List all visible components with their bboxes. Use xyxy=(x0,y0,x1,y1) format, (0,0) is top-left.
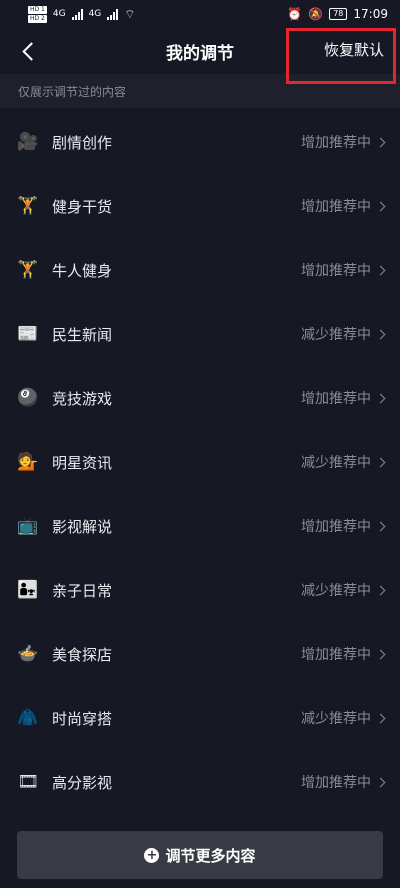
chevron-right-icon xyxy=(375,457,386,467)
chevron-left-icon xyxy=(21,41,41,61)
film-icon: 🎞 xyxy=(17,772,39,792)
chevron-right-icon xyxy=(375,585,386,595)
alarm-icon: ⏰ xyxy=(287,7,303,21)
list-item-label: 健身干货 xyxy=(52,197,113,216)
back-button[interactable] xyxy=(14,37,42,65)
mute-icon: 🔕 xyxy=(308,7,324,21)
list-item-label: 影视解说 xyxy=(52,517,113,536)
sim2-tag: HD 2 xyxy=(28,14,47,23)
list-item-status: 减少推荐中 xyxy=(301,327,371,343)
adjust-more-button[interactable]: + 调节更多内容 xyxy=(17,831,383,879)
camera-icon: 🎥 xyxy=(17,132,39,152)
wifi-icon: ⌔ xyxy=(124,6,136,21)
list-item-label: 美食探店 xyxy=(52,645,113,664)
list-item-status: 增加推荐中 xyxy=(301,135,371,151)
sim-tags: HD 1 HD 2 xyxy=(28,5,47,23)
list-item-status: 增加推荐中 xyxy=(301,263,371,279)
battery-icon: 78 xyxy=(329,8,348,20)
list-item-status: 增加推荐中 xyxy=(301,519,371,535)
list-item-status: 减少推荐中 xyxy=(301,455,371,471)
signal2-icon xyxy=(107,8,119,20)
list-item[interactable]: 🏋 牛人健身 增加推荐中 xyxy=(0,238,400,302)
network1-label: 4G xyxy=(52,9,66,19)
list-item[interactable]: 🧥 时尚穿搭 减少推荐中 xyxy=(0,686,400,750)
person-icon: 💁 xyxy=(17,452,39,472)
chevron-right-icon xyxy=(375,329,386,339)
list-item-status: 增加推荐中 xyxy=(301,647,371,663)
list-item-label: 牛人健身 xyxy=(52,261,113,280)
adjustment-list: 🎥 剧情创作 增加推荐中 🏋 健身干货 增加推荐中 🏋 牛人健身 增加推荐中 📰 民生新闻 减少推荐中… xyxy=(0,108,400,814)
list-item-label: 民生新闻 xyxy=(52,325,113,344)
list-item-status: 减少推荐中 xyxy=(301,583,371,599)
list-item-label: 时尚穿搭 xyxy=(52,709,113,728)
food-bowl-icon: 🍲 xyxy=(17,644,39,664)
list-item[interactable]: 💁 明星资讯 减少推荐中 xyxy=(0,430,400,494)
list-item[interactable]: 📰 民生新闻 减少推荐中 xyxy=(0,302,400,366)
weightlifter-icon: 🏋 xyxy=(17,260,39,280)
highlight-box xyxy=(286,28,396,84)
page-title: 我的调节 xyxy=(166,43,234,64)
adjust-more-label: 调节更多内容 xyxy=(165,846,256,865)
list-item-status: 增加推荐中 xyxy=(301,199,371,215)
chevron-right-icon xyxy=(375,137,386,147)
chevron-right-icon xyxy=(375,265,386,275)
list-item[interactable]: 🍲 美食探店 增加推荐中 xyxy=(0,622,400,686)
list-item-status: 增加推荐中 xyxy=(301,775,371,791)
status-time: 17:09 xyxy=(353,7,388,21)
list-item-label: 亲子日常 xyxy=(52,581,113,600)
list-item[interactable]: 🎱 竞技游戏 增加推荐中 xyxy=(0,366,400,430)
chevron-right-icon xyxy=(375,777,386,787)
list-item[interactable]: 👨‍👧 亲子日常 减少推荐中 xyxy=(0,558,400,622)
list-item[interactable]: 🎥 剧情创作 增加推荐中 xyxy=(0,110,400,174)
chevron-right-icon xyxy=(375,393,386,403)
tv-icon: 📺 xyxy=(17,516,39,536)
status-bar-right: ⏰ 🔕 78 17:09 xyxy=(287,7,388,21)
list-item-label: 高分影视 xyxy=(52,773,113,792)
list-item-label: 剧情创作 xyxy=(52,133,113,152)
chevron-right-icon xyxy=(375,713,386,723)
newspaper-icon: 📰 xyxy=(17,324,39,344)
weightlifter-icon: 🏋 xyxy=(17,196,39,216)
list-item[interactable]: 🏋 健身干货 增加推荐中 xyxy=(0,174,400,238)
list-item-label: 竞技游戏 xyxy=(52,389,113,408)
list-item-status: 减少推荐中 xyxy=(301,711,371,727)
family-icon: 👨‍👧 xyxy=(17,580,39,600)
status-bar-left: HD 1 HD 2 4G 4G ⌔ xyxy=(28,5,136,23)
signal1-icon xyxy=(71,8,83,20)
list-item[interactable]: 🎞 高分影视 增加推荐中 xyxy=(0,750,400,814)
status-bar: HD 1 HD 2 4G 4G ⌔ ⏰ 🔕 78 17:09 xyxy=(0,0,400,28)
list-item[interactable]: 📺 影视解说 增加推荐中 xyxy=(0,494,400,558)
chevron-right-icon xyxy=(375,649,386,659)
clothing-icon: 🧥 xyxy=(17,708,39,728)
billiard-ball-icon: 🎱 xyxy=(17,388,39,408)
list-item-status: 增加推荐中 xyxy=(301,391,371,407)
plus-circle-icon: + xyxy=(144,847,160,863)
network2-label: 4G xyxy=(88,9,102,19)
chevron-right-icon xyxy=(375,521,386,531)
chevron-right-icon xyxy=(375,201,386,211)
list-item-label: 明星资讯 xyxy=(52,453,113,472)
sim1-tag: HD 1 xyxy=(28,5,47,14)
